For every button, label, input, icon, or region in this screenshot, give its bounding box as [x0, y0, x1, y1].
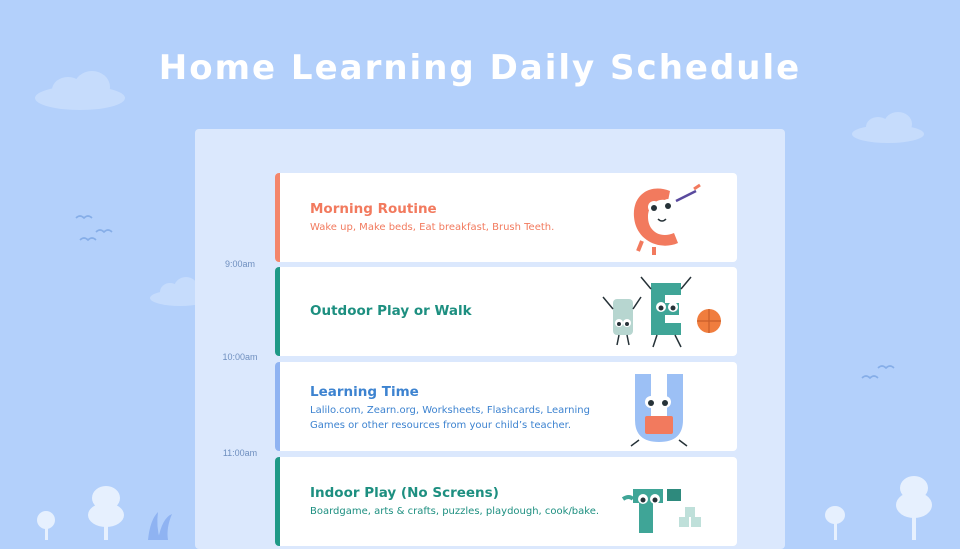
card-title: Learning Time — [310, 384, 419, 400]
letter-c-monster-brushing-teeth-icon — [633, 183, 701, 255]
letter-u-monster-reading-icon — [630, 374, 688, 447]
card-accent-bar — [275, 362, 280, 451]
time-label-10am: 10:00am — [222, 352, 258, 362]
time-label-11am: 11:00am — [222, 448, 258, 458]
card-accent-bar — [275, 457, 280, 546]
schedule-card-outdoor-play: Outdoor Play or Walk — [275, 267, 737, 356]
card-title: Indoor Play (No Screens) — [310, 485, 499, 501]
letter-monster-building-blocks-icon — [621, 489, 701, 533]
card-accent-bar — [275, 173, 280, 262]
card-description: Lalilo.com, Zearn.org, Worksheets, Flash… — [310, 405, 590, 431]
letter-monsters-playing-ball-icon — [602, 276, 721, 348]
schedule-card-learning-time: Learning Time Lalilo.com, Zearn.org, Wor… — [275, 362, 737, 451]
page-title: Home Learning Daily Schedule — [158, 48, 802, 88]
card-description: Wake up, Make beds, Eat breakfast, Brush… — [310, 222, 555, 233]
card-description: Boardgame, arts & crafts, puzzles, playd… — [310, 506, 600, 517]
card-accent-bar — [275, 267, 280, 356]
card-title: Outdoor Play or Walk — [310, 303, 472, 319]
card-title: Morning Routine — [310, 201, 437, 217]
schedule-card-morning-routine: Morning Routine Wake up, Make beds, Eat … — [275, 173, 737, 262]
time-label-9am: 9:00am — [224, 259, 256, 269]
cloud-icon — [852, 112, 924, 143]
schedule-card-indoor-play: Indoor Play (No Screens) Boardgame, arts… — [275, 457, 737, 546]
